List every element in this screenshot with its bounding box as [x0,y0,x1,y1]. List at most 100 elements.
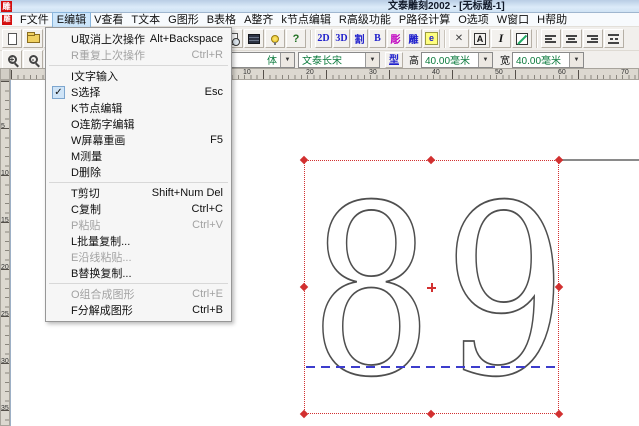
open-file-button[interactable] [23,29,43,48]
help-button[interactable]: ? [286,29,306,48]
menu-item-undo[interactable]: U取消上次操作 Alt+Backspace [46,31,231,47]
node-tool-button[interactable]: ✕ [449,29,469,48]
menu-view[interactable]: V查看 [90,13,127,27]
magenta-tool-button[interactable]: 彫 [387,29,404,48]
align-center-icon [566,34,578,44]
new-file-button[interactable] [2,29,22,48]
align-right-button[interactable] [583,29,603,48]
text-a-icon: A [474,33,486,45]
zoom-in-icon: + [8,55,17,64]
menu-edit[interactable]: E编辑 [53,13,90,27]
menu-file[interactable]: F文件 [16,13,53,27]
width-label: 宽 [500,52,510,67]
check-icon: ✓ [52,86,65,99]
engrave-button[interactable]: 雕 [405,29,422,48]
ruler-number: 10 [1,170,9,177]
mode-2d-button[interactable]: 2D [315,29,332,48]
ruler-number: 40 [432,69,440,76]
height-select[interactable]: 40.00毫米 ▼ [421,52,493,68]
menu-item-break-apart[interactable]: F分解成图形 Ctrl+B [46,302,231,318]
window-title: 文泰雕刻2002 - [无标题-1] [388,0,505,13]
align-left-button[interactable] [541,29,561,48]
zoom-in-button[interactable]: + [2,50,22,69]
mode-3d-button[interactable]: 3D [333,29,350,48]
menu-path-calc[interactable]: P路径计算 [395,13,454,27]
menu-item-paste-along-line: E沿线粘贴... [46,249,231,265]
menu-advanced[interactable]: R高级功能 [335,13,395,27]
ruler-number: 50 [495,69,503,76]
menu-item-cut[interactable]: T剪切 Shift+Num Del [46,185,231,201]
menu-item-combine: O组合成图形 Ctrl+E [46,286,231,302]
vertical-ruler: 5101520253035 [0,80,10,426]
ruler-corner [0,68,10,80]
menu-item-redraw[interactable]: W屏幕重画 F5 [46,132,231,148]
menu-graphics[interactable]: G图形 [164,13,203,27]
type-button[interactable]: 型 [385,52,403,68]
edit-frame-icon [516,33,528,45]
toolbar-separator [310,30,312,48]
chevron-down-icon[interactable]: ▼ [280,53,294,67]
ruler-number: 30 [1,358,9,365]
align-left-icon [545,34,557,44]
e-tool-icon: e [425,32,438,45]
menu-item-stencil-edit[interactable]: O连筋字编辑 [46,116,231,132]
align-center-button[interactable] [562,29,582,48]
width-select[interactable]: 40.00毫米 ▼ [512,52,584,68]
chevron-down-icon[interactable]: ▼ [365,53,379,67]
menu-item-paste: P粘贴 Ctrl+V [46,217,231,233]
menu-item-copy[interactable]: C复制 Ctrl+C [46,201,231,217]
edit-frame-button[interactable] [512,29,532,48]
menu-item-delete[interactable]: D删除 [46,164,231,180]
menu-item-measure[interactable]: M测量 [46,148,231,164]
stamp-button[interactable] [244,29,264,48]
menu-separator [49,182,228,183]
edit-dropdown-menu: U取消上次操作 Alt+Backspace R重复上次操作 Ctrl+R I文字… [45,27,232,322]
help-icon: ? [293,33,300,45]
ruler-number: 60 [558,69,566,76]
e-tool-button[interactable]: e [423,29,440,48]
menu-table[interactable]: B表格 [203,13,240,27]
system-menu-icon[interactable]: 雕 [2,15,12,25]
height-label: 高 [409,52,419,67]
italic-button[interactable]: I [491,29,511,48]
lamp-button[interactable] [265,29,285,48]
menu-help[interactable]: H帮助 [533,13,571,27]
menu-item-text-input[interactable]: I文字输入 [46,68,231,84]
ruler-number: 35 [1,405,9,412]
menu-item-select[interactable]: ✓ S选择 Esc [46,84,231,100]
zoom-out-button[interactable]: - [23,50,43,69]
menu-separator [49,283,228,284]
title-bar[interactable]: 雕 文泰雕刻2002 - [无标题-1] [0,0,639,13]
menu-item-batch-copy[interactable]: L批量复制... [46,233,231,249]
node-tool-icon: ✕ [455,33,463,44]
bold-b-button[interactable]: B [369,29,386,48]
toolbar-separator [536,30,538,48]
ruler-number: 20 [1,264,9,271]
menu-align[interactable]: A整齐 [240,13,277,27]
app-logo-icon: 雕 [1,1,12,12]
menu-node-edit[interactable]: k节点编辑 [277,13,335,27]
ruler-number: 20 [306,69,314,76]
menu-text[interactable]: T文本 [127,13,164,27]
align-distribute-button[interactable] [604,29,624,48]
new-file-icon [8,33,17,45]
zoom-out-icon: - [29,55,38,64]
ruler-number: 5 [1,123,5,130]
stamp-icon [248,34,260,44]
align-right-icon [587,34,599,44]
menu-item-redo: R重复上次操作 Ctrl+R [46,47,231,63]
menu-options[interactable]: O选项 [454,13,493,27]
menu-item-replace-copy[interactable]: B替换复制... [46,265,231,281]
selection-center-marker[interactable] [427,283,436,292]
chevron-down-icon[interactable]: ▼ [478,53,492,67]
menu-window[interactable]: W窗口 [493,13,533,27]
ruler-ticks [1,81,9,425]
menu-item-node-edit[interactable]: K节点编辑 [46,100,231,116]
typeface-select[interactable]: 文泰长宋 ▼ [298,52,380,68]
cut-button[interactable]: 割 [351,29,368,48]
text-frame-button[interactable]: A [470,29,490,48]
chevron-down-icon[interactable]: ▼ [569,53,583,67]
ruler-number: 10 [243,69,251,76]
italic-icon: I [499,31,504,46]
lightbulb-icon [271,35,279,43]
